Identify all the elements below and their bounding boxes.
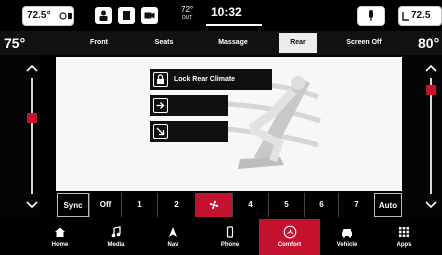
music-note-icon [111,226,121,238]
fan-speed-3-active[interactable] [195,193,232,217]
clock-underline [206,24,262,26]
microphone-icon [369,10,373,21]
chevron-up-icon[interactable] [424,63,438,73]
nav-nav-label: Nav [167,242,179,248]
passenger-temp-slider-panel [402,55,442,217]
passenger-temp-value: 72.5 [411,10,431,21]
clock: 10:32 [211,5,242,19]
nav-vehicle-label: Vehicle [336,242,358,248]
passenger-set-temp[interactable]: 80° [418,35,439,51]
tab-screen-off[interactable]: Screen Off [340,33,388,53]
rear-airflow-down-button[interactable] [150,121,228,142]
tab-seats[interactable]: Seats [146,33,182,53]
lock-rear-climate-button[interactable]: Lock Rear Climate [150,69,272,90]
passenger-temp-slider-knob[interactable] [426,85,436,95]
fan-auto-button[interactable]: Auto [374,193,402,217]
nav-phone[interactable]: Phone [210,219,250,255]
outside-temp: 72° OUT [181,6,193,22]
driver-set-temp[interactable]: 75° [4,35,25,51]
nav-phone-label: Phone [220,242,240,248]
nav-home[interactable]: Home [40,219,80,255]
camera-icon [144,12,155,19]
nav-home-label: Home [51,242,69,248]
fan-speed-5[interactable]: 5 [268,193,304,217]
passenger-temp-slider-track[interactable] [430,78,432,194]
nav-media[interactable]: Media [96,219,136,255]
arrow-right-icon [153,98,168,113]
chevron-down-icon[interactable] [424,200,438,210]
driver-temp-slider-track[interactable] [31,78,33,194]
seat-icon [402,12,409,21]
sync-button[interactable]: Sync [57,193,89,217]
fan-speed-6[interactable]: 6 [304,193,338,217]
nav-nav[interactable]: Nav [153,219,193,255]
person-icon [99,10,108,21]
home-icon [55,227,65,237]
fan-speed-2[interactable]: 2 [157,193,195,217]
rear-airflow-forward-button[interactable] [150,95,228,116]
rear-climate-panel: Lock Rear Climate [56,57,402,191]
tab-massage[interactable]: Massage [210,33,256,53]
driver-temp-value: 72.5° [27,10,51,21]
tab-rear[interactable]: Rear [279,33,317,53]
seat-heat-button[interactable] [95,7,112,24]
fan-speed-7[interactable]: 7 [338,193,374,217]
fan-off-button[interactable]: Off [89,193,121,217]
fan-speed-1[interactable]: 1 [121,193,157,217]
tab-front[interactable]: Front [80,33,118,53]
tag-icon [123,11,130,20]
phone-icon [226,226,234,238]
fan-seat-icon [59,12,72,20]
comfort-icon [283,225,296,239]
driver-temp-slider-knob[interactable] [27,113,37,123]
fan-icon [209,200,219,210]
outside-temp-label: OUT [181,15,193,21]
chevron-up-icon[interactable] [25,63,39,73]
driver-temp-button[interactable]: 72.5° [22,6,74,26]
nav-apps-label: Apps [396,242,412,248]
fan-speed-4[interactable]: 4 [232,193,268,217]
nav-media-label: Media [107,242,125,248]
lock-icon [153,72,168,87]
navigation-arrow-icon [169,227,177,237]
outside-temp-value: 72° [181,5,194,14]
nav-comfort-label: Comfort [277,242,302,248]
apps-grid-icon [399,227,409,237]
chevron-down-icon[interactable] [25,200,39,210]
lock-rear-climate-label: Lock Rear Climate [174,76,236,83]
nav-vehicle[interactable]: Vehicle [326,219,368,255]
driver-temp-slider-panel [0,55,40,217]
passenger-temp-button[interactable]: 72.5 [398,6,442,26]
nav-comfort[interactable]: Comfort [259,219,320,255]
defrost-button[interactable] [118,7,135,24]
vehicle-icon [342,229,352,238]
arrow-down-right-icon [153,124,168,139]
camera-button[interactable] [141,7,158,24]
nav-apps[interactable]: Apps [384,219,424,255]
voice-button[interactable] [357,6,385,26]
